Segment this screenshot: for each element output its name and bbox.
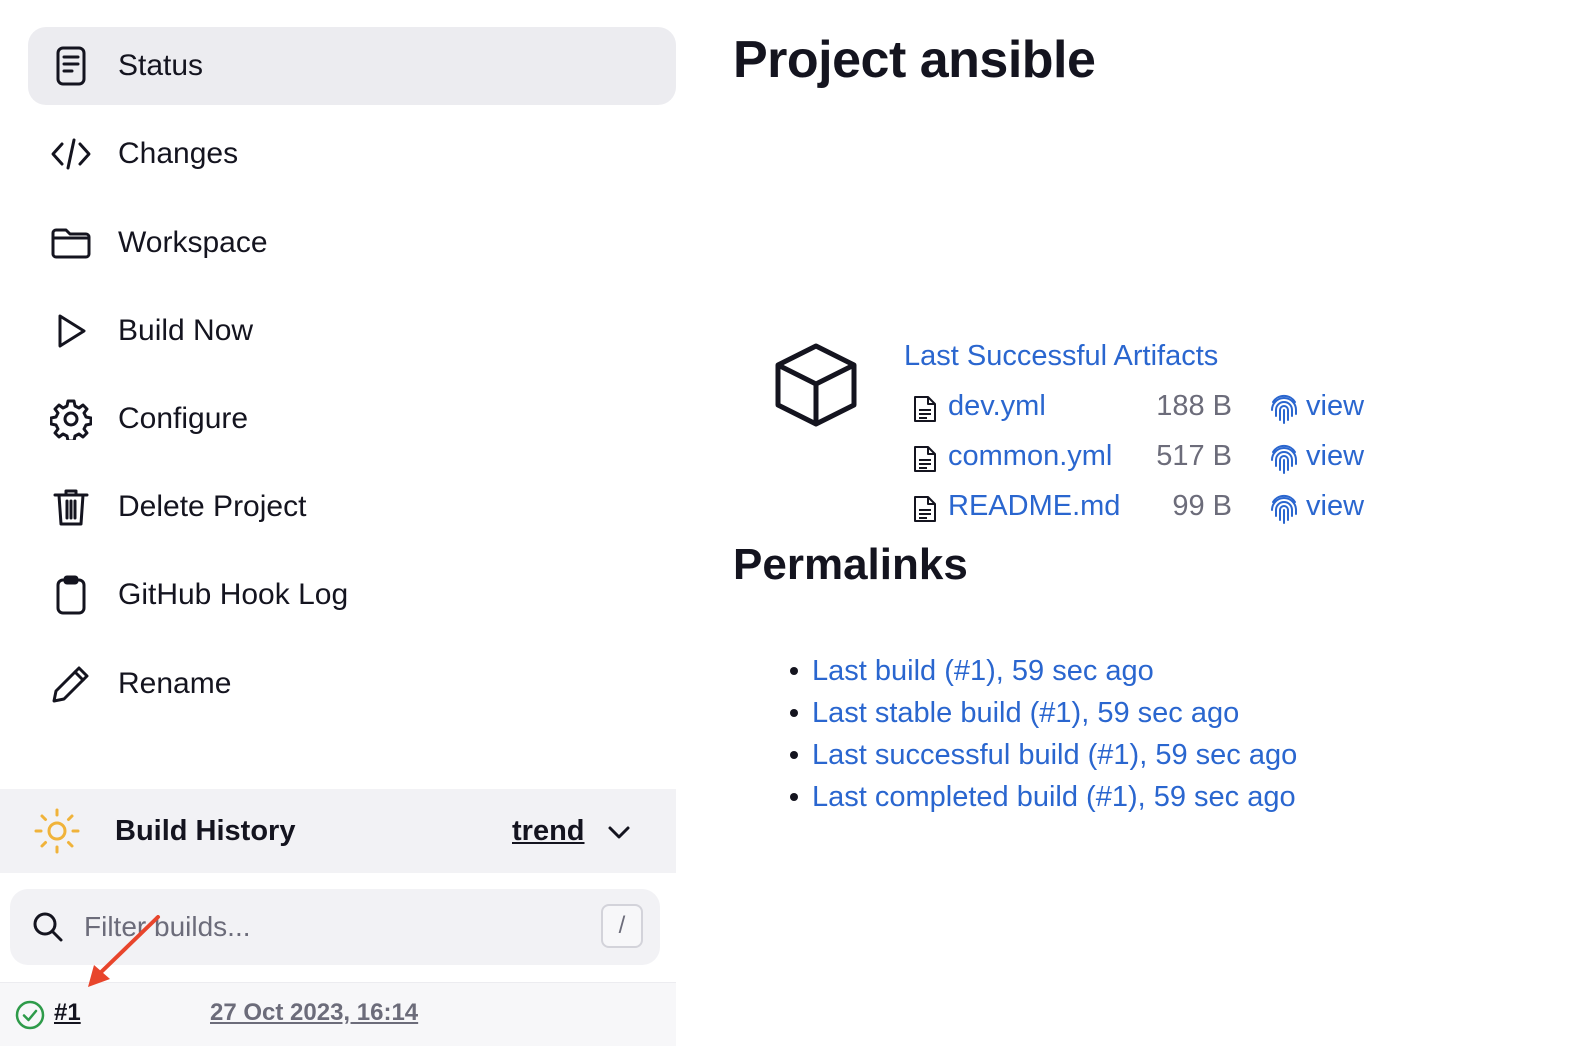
page-title: Project ansible bbox=[733, 31, 1096, 89]
permalink-last-build[interactable]: Last build (#1), 59 sec ago bbox=[812, 655, 1154, 687]
sidebar-item-label: Delete Project bbox=[118, 490, 307, 523]
sidebar-item-label: Rename bbox=[118, 667, 232, 700]
sidebar-item-status[interactable]: Status bbox=[28, 27, 676, 105]
pencil-icon bbox=[50, 663, 92, 705]
build-date-link[interactable]: 27 Oct 2023, 16:14 bbox=[210, 999, 418, 1027]
artifact-row: README.md 99 B view bbox=[912, 488, 1392, 528]
trend-link[interactable]: trend bbox=[512, 815, 585, 848]
folder-icon bbox=[50, 222, 92, 264]
list-item: Last completed build (#1), 59 sec ago bbox=[790, 776, 1297, 818]
file-icon bbox=[914, 446, 936, 472]
list-item: Last build (#1), 59 sec ago bbox=[790, 650, 1297, 692]
artifact-file-size: 188 B bbox=[1156, 390, 1232, 422]
sun-icon bbox=[34, 808, 80, 854]
filter-builds-input[interactable] bbox=[84, 903, 584, 951]
search-icon bbox=[33, 912, 63, 942]
code-icon bbox=[50, 133, 92, 175]
last-successful-artifacts-link[interactable]: Last Successful Artifacts bbox=[904, 340, 1218, 373]
play-icon bbox=[50, 310, 92, 352]
permalink-last-stable-build[interactable]: Last stable build (#1), 59 sec ago bbox=[812, 697, 1239, 729]
sidebar-item-label: Build Now bbox=[118, 314, 254, 347]
artifact-file-size: 517 B bbox=[1156, 440, 1232, 472]
fingerprint-icon[interactable] bbox=[1268, 440, 1300, 476]
artifact-row: dev.yml 188 B view bbox=[912, 388, 1392, 428]
sidebar-item-label: Configure bbox=[118, 402, 249, 435]
sidebar-item-rename[interactable]: Rename bbox=[28, 645, 676, 723]
artifact-view-link[interactable]: view bbox=[1306, 390, 1364, 423]
build-history-header: Build History trend bbox=[0, 789, 676, 873]
clipboard-icon bbox=[50, 574, 92, 616]
trash-icon bbox=[50, 486, 92, 528]
sidebar: Status Changes Workspace Build Now Confi… bbox=[0, 0, 676, 1058]
package-icon bbox=[775, 343, 857, 427]
artifact-file-size: 99 B bbox=[1172, 490, 1232, 522]
permalink-last-successful-build[interactable]: Last successful build (#1), 59 sec ago bbox=[812, 739, 1297, 771]
status-icon bbox=[50, 45, 92, 87]
keyboard-shortcut-hint: / bbox=[601, 904, 643, 948]
permalinks-heading: Permalinks bbox=[733, 540, 968, 589]
build-row[interactable]: #1 27 Oct 2023, 16:14 bbox=[0, 982, 676, 1046]
success-check-icon bbox=[15, 1000, 45, 1030]
sidebar-item-label: Workspace bbox=[118, 226, 268, 259]
sidebar-item-label: GitHub Hook Log bbox=[118, 578, 349, 611]
chevron-down-icon[interactable] bbox=[604, 817, 634, 847]
sidebar-item-label: Status bbox=[118, 49, 204, 82]
sidebar-item-changes[interactable]: Changes bbox=[28, 115, 676, 193]
sidebar-item-delete-project[interactable]: Delete Project bbox=[28, 468, 676, 546]
fingerprint-icon[interactable] bbox=[1268, 490, 1300, 526]
permalink-last-completed-build[interactable]: Last completed build (#1), 59 sec ago bbox=[812, 781, 1296, 813]
sidebar-item-build-now[interactable]: Build Now bbox=[28, 292, 676, 370]
sidebar-item-configure[interactable]: Configure bbox=[28, 380, 676, 458]
sidebar-item-workspace[interactable]: Workspace bbox=[28, 204, 676, 282]
artifact-file-link[interactable]: common.yml bbox=[948, 440, 1112, 473]
list-item: Last successful build (#1), 59 sec ago bbox=[790, 734, 1297, 776]
artifact-view-link[interactable]: view bbox=[1306, 490, 1364, 523]
artifact-file-link[interactable]: README.md bbox=[948, 490, 1120, 523]
artifact-file-link[interactable]: dev.yml bbox=[948, 390, 1046, 423]
file-icon bbox=[914, 396, 936, 422]
filter-builds-box: / bbox=[10, 889, 660, 965]
sidebar-item-label: Changes bbox=[118, 137, 239, 170]
list-item: Last stable build (#1), 59 sec ago bbox=[790, 692, 1297, 734]
gear-icon bbox=[50, 398, 92, 440]
fingerprint-icon[interactable] bbox=[1268, 390, 1300, 426]
build-number-link[interactable]: #1 bbox=[54, 999, 81, 1027]
artifact-row: common.yml 517 B view bbox=[912, 438, 1392, 478]
sidebar-item-github-hook-log[interactable]: GitHub Hook Log bbox=[28, 556, 676, 634]
build-history-title: Build History bbox=[115, 814, 296, 847]
artifact-view-link[interactable]: view bbox=[1306, 440, 1364, 473]
permalinks-list: Last build (#1), 59 sec ago Last stable … bbox=[790, 650, 1297, 818]
file-icon bbox=[914, 496, 936, 522]
